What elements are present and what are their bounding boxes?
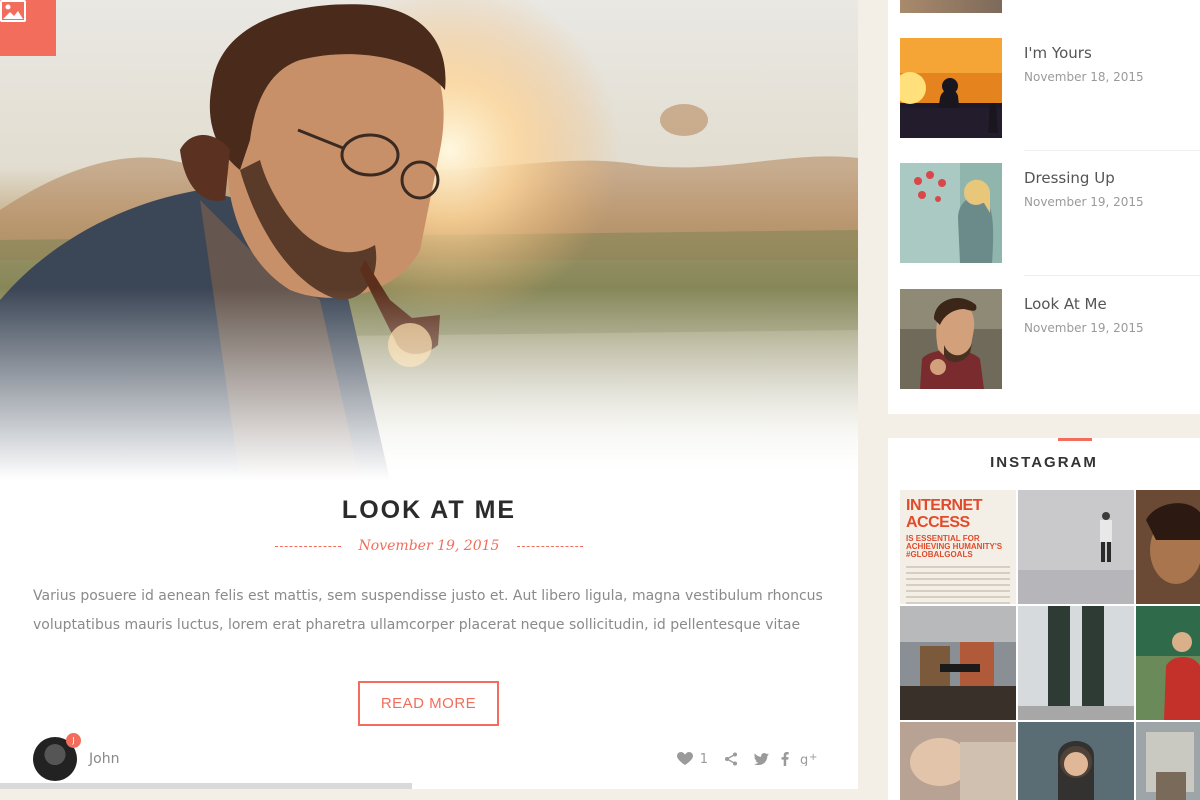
- instagram-tile-body-lines: [906, 565, 1010, 604]
- post-author[interactable]: J John: [33, 733, 119, 781]
- recent-post-divider: [1024, 275, 1200, 276]
- post-title[interactable]: LOOK AT ME: [0, 496, 858, 525]
- instagram-tile[interactable]: [1136, 722, 1200, 800]
- recent-post-date: November 18, 2015: [1024, 70, 1144, 84]
- author-name[interactable]: John: [89, 751, 119, 767]
- avatar-badge: J: [66, 733, 81, 748]
- post-card: LOOK AT ME November 19, 2015 Varius posu…: [0, 0, 858, 789]
- scroll-progress-fill: [0, 783, 412, 789]
- instagram-widget: INSTAGRAM INTERNET ACCESS IS ESSENTIAL F…: [888, 438, 1200, 800]
- share-icon[interactable]: [722, 750, 740, 768]
- instagram-title: INSTAGRAM: [990, 454, 1098, 471]
- facebook-icon[interactable]: [776, 750, 794, 768]
- instagram-tile[interactable]: INTERNET ACCESS IS ESSENTIAL FOR ACHIEVI…: [900, 490, 1016, 604]
- post-actions: 1 g +: [676, 750, 818, 768]
- recent-post-date: November 19, 2015: [1024, 321, 1144, 335]
- instagram-grid: INTERNET ACCESS IS ESSENTIAL FOR ACHIEVI…: [900, 490, 1200, 800]
- heart-icon[interactable]: [676, 750, 694, 768]
- image-format-badge: [0, 0, 56, 56]
- instagram-tile[interactable]: [900, 606, 1016, 720]
- recent-post-item[interactable]: I'm Yours November 18, 2015: [900, 38, 1200, 151]
- svg-text:g: g: [800, 753, 808, 766]
- instagram-tile[interactable]: [1018, 490, 1134, 604]
- widget-accent-bar: [1058, 438, 1092, 441]
- instagram-tile[interactable]: [1136, 606, 1200, 720]
- recent-post-divider: [1024, 150, 1200, 151]
- instagram-tile[interactable]: [1018, 606, 1134, 720]
- instagram-tile[interactable]: [1018, 722, 1134, 800]
- date-divider-left: [274, 545, 341, 547]
- instagram-tile-headline: INTERNET ACCESS: [906, 497, 983, 531]
- recent-post-title[interactable]: I'm Yours: [1024, 44, 1092, 62]
- instagram-tile[interactable]: [900, 722, 1016, 800]
- post-featured-image[interactable]: [0, 0, 858, 480]
- recent-post-thumb[interactable]: [900, 289, 1002, 389]
- recent-post-thumb-partial[interactable]: [900, 0, 1002, 13]
- instagram-tile-text: INTERNET ACCESS IS ESSENTIAL FOR ACHIEVI…: [906, 497, 1010, 604]
- post-date-row: November 19, 2015: [0, 536, 858, 556]
- instagram-tile[interactable]: [1136, 490, 1200, 604]
- image-icon: [0, 0, 26, 22]
- google-plus-icon[interactable]: g +: [800, 750, 818, 768]
- sidebar-recent-posts: I'm Yours November 18, 2015 Dressing Up …: [888, 0, 1200, 414]
- svg-text:+: +: [809, 752, 817, 763]
- post-excerpt: Varius posuere id aenean felis est matti…: [33, 588, 823, 633]
- recent-post-item[interactable]: Look At Me November 19, 2015: [900, 289, 1200, 389]
- likes-count: 1: [699, 751, 708, 767]
- recent-post-date: November 19, 2015: [1024, 195, 1144, 209]
- scroll-progress-track: [0, 783, 858, 789]
- twitter-icon[interactable]: [752, 750, 770, 768]
- date-divider-right: [517, 545, 584, 547]
- avatar[interactable]: J: [33, 733, 81, 781]
- recent-post-thumb[interactable]: [900, 163, 1002, 263]
- recent-post-thumb[interactable]: [900, 38, 1002, 138]
- hero-photo: [0, 0, 858, 480]
- recent-post-title[interactable]: Dressing Up: [1024, 169, 1115, 187]
- read-more-button[interactable]: READ MORE: [358, 681, 499, 726]
- post-date[interactable]: November 19, 2015: [359, 538, 500, 554]
- instagram-tile-subline: IS ESSENTIAL FOR ACHIEVING HUMANITY'S #G…: [906, 533, 1003, 560]
- recent-post-item[interactable]: Dressing Up November 19, 2015: [900, 163, 1200, 276]
- recent-post-title[interactable]: Look At Me: [1024, 295, 1107, 313]
